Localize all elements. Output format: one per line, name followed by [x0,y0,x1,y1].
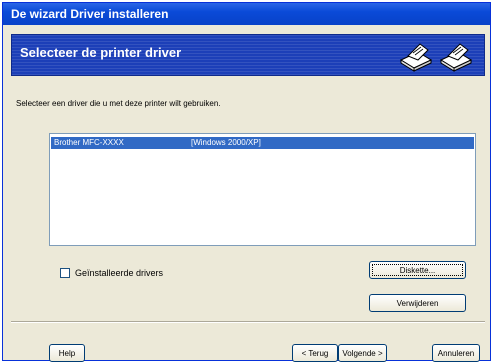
driver-list-item[interactable]: Brother MFC-XXXX [Windows 2000/XP] [51,137,474,149]
instruction-text: Selecteer een driver die u met deze prin… [16,99,221,108]
help-button[interactable]: Help [49,344,85,362]
remove-button-label: Verwijderen [396,298,439,308]
diskette-button-label: Diskette... [399,265,436,275]
driver-platform: [Windows 2000/XP] [191,138,261,147]
diskette-button[interactable]: Diskette... [369,261,466,279]
next-button[interactable]: Volgende > [338,344,387,362]
driver-list[interactable]: Brother MFC-XXXX [Windows 2000/XP] [49,133,476,246]
header-banner: Selecteer de printer driver [11,34,485,76]
printer-icon [439,43,473,72]
cancel-button-label: Annuleren [437,348,475,358]
printer-icon [399,43,433,72]
installed-drivers-label[interactable]: Geïnstalleerde drivers [75,268,163,278]
divider [11,321,485,323]
title-bar[interactable]: De wizard Driver installeren [3,3,490,25]
remove-button[interactable]: Verwijderen [369,294,466,312]
installed-drivers-checkbox[interactable] [60,268,70,278]
back-button[interactable]: < Terug [292,344,338,362]
next-button-label: Volgende > [342,348,383,358]
wizard-window: De wizard Driver installeren Selecteer d… [2,2,491,362]
back-button-label: < Terug [301,348,329,358]
window-title: De wizard Driver installeren [11,7,169,21]
help-button-label: Help [58,348,76,358]
header-title: Selecteer de printer driver [20,45,182,60]
driver-name: Brother MFC-XXXX [54,138,124,147]
cancel-button[interactable]: Annuleren [432,344,480,362]
